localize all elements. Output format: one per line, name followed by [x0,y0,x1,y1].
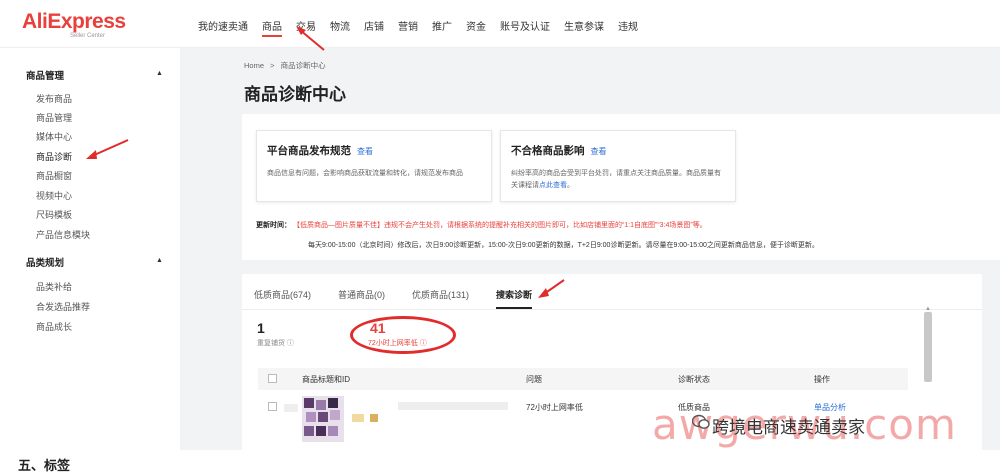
stat-duplicate-count[interactable]: 1 [257,320,265,336]
row-checkbox[interactable] [268,402,277,411]
stat-duplicate-label: 重复铺货 ⓘ [257,340,294,347]
nav-item-account[interactable]: 账号及认证 [500,18,550,37]
redacted-text [284,404,298,412]
card-desc: 商品信息有问题，会影响商品获取流量和转化，请规范发布商品 [267,170,463,177]
top-bar: AliExpress Seller Center 我的速卖通 商品 交易 物流 … [0,0,1000,48]
nav-item-promotion[interactable]: 推广 [432,18,452,37]
nav-item-store[interactable]: 店铺 [364,18,384,37]
row-issue: 72小时上网率低 [526,403,583,412]
sidebar: 商品管理 ▲ 发布商品 商品管理 媒体中心 商品诊断 商品橱窗 视频中心 尺码模… [0,48,180,450]
redacted-text [352,414,364,422]
sidebar-item-growth[interactable]: 商品成长 [36,320,72,333]
select-all-checkbox[interactable] [268,374,277,383]
sidebar-item-publish[interactable]: 发布商品 [36,92,72,105]
sidebar-item-size-template[interactable]: 尺码模板 [36,208,72,221]
bottom-heading: 五、标签 [18,458,71,473]
th-status: 诊断状态 [678,375,710,384]
redacted-text [370,414,378,422]
sidebar-item-recommend[interactable]: 合发选品推荐 [36,300,90,313]
table-header: 商品标题和ID 问题 诊断状态 操作 [258,368,908,390]
page-title: 商品诊断中心 [244,85,346,104]
annotation-ellipse [350,316,456,354]
logo-sub: Seller Center [70,33,106,39]
caret-up-icon[interactable]: ▲ [156,70,163,77]
th-action: 操作 [814,375,830,384]
sidebar-item-diagnosis[interactable]: 商品诊断 [36,150,72,163]
card-view-link[interactable]: 查看 [357,147,373,156]
bottom-strip [0,450,1000,470]
wechat-icon [692,414,710,429]
top-nav: 我的速卖通 商品 交易 物流 店铺 营销 推广 资金 账号及认证 生意参谋 违规 [198,18,652,37]
tab-low-quality[interactable]: 低质商品(674) [254,288,311,301]
update-label: 更新时间： [256,222,291,229]
tab-bar: 低质商品(674) 普通商品(0) 优质商品(131) 搜索诊断 [242,274,982,310]
sidebar-item-showcase[interactable]: 商品橱窗 [36,169,72,182]
nav-item-marketing[interactable]: 营销 [398,18,418,37]
logo-brand: AliExpress [22,10,126,33]
aliexpress-logo[interactable]: AliExpress Seller Center [22,10,126,39]
card-desc: 纠纷率高的商品会受到平台处罚，请重点关注商品质量。商品质量有关课程请点此查看。 [511,170,721,189]
caret-up-icon[interactable]: ▲ [156,257,163,264]
nav-item-violations[interactable]: 违规 [618,18,638,37]
nav-item-logistics[interactable]: 物流 [330,18,350,37]
tab-high-quality[interactable]: 优质商品(131) [412,288,469,301]
sidebar-group-category[interactable]: 品类规划 [26,255,64,269]
click-here-link[interactable]: 点此查看 [539,182,567,189]
sidebar-item-manage[interactable]: 商品管理 [36,111,72,124]
th-title-id: 商品标题和ID [302,375,350,384]
breadcrumb-home[interactable]: Home [244,61,264,70]
nav-item-funds[interactable]: 资金 [466,18,486,37]
nav-item-home[interactable]: 我的速卖通 [198,18,248,37]
scrollbar-thumb[interactable] [924,312,932,382]
sidebar-item-media[interactable]: 媒体中心 [36,130,72,143]
breadcrumb-current: 商品诊断中心 [280,61,326,70]
nav-item-analytics[interactable]: 生意参谋 [564,18,604,37]
sidebar-item-video[interactable]: 视频中心 [36,189,72,202]
card-view-link[interactable]: 查看 [591,147,607,156]
update-time-row: 更新时间： 【低质商品—图片质量不佳】违规不会产生处罚，请根据系统的提醒补充相关… [256,220,707,230]
card-title: 不合格商品影响 [511,145,585,157]
sidebar-group-product-management[interactable]: 商品管理 [26,68,64,82]
nav-item-trade[interactable]: 交易 [296,18,316,37]
tab-normal[interactable]: 普通商品(0) [338,288,385,301]
card-title: 平台商品发布规范 [267,145,351,157]
tab-search-diagnosis[interactable]: 搜索诊断 [496,288,533,309]
card-unqualified-impact: 不合格商品影响 查看 纠纷率高的商品会受到平台处罚，请重点关注商品质量。商品质量有… [500,130,736,202]
card-publish-rules: 平台商品发布规范 查看 商品信息有问题，会影响商品获取流量和转化，请规范发布商品 [256,130,492,202]
update-warning: 【低质商品—图片质量不佳】违规不会产生处罚，请根据系统的提醒补充相关的图片即可，… [292,222,707,229]
redacted-text [398,402,508,410]
sidebar-item-info-module[interactable]: 产品信息模块 [36,228,90,241]
sidebar-item-category-supply[interactable]: 品类补给 [36,280,72,293]
nav-item-products[interactable]: 商品 [262,18,282,37]
notice-panel: 平台商品发布规范 查看 商品信息有问题，会影响商品获取流量和转化，请规范发布商品 … [242,114,1000,260]
breadcrumb: Home > 商品诊断中心 [244,60,326,71]
product-thumbnail[interactable] [302,396,344,442]
th-issue: 问题 [526,375,542,384]
breadcrumb-separator: > [270,61,275,70]
watermark-account: 跨境电商速卖通卖家 [712,418,865,437]
update-schedule: 每天9:00-15:00（北京时间）修改后，次日9:00诊断更新，15:00-次… [308,242,819,249]
